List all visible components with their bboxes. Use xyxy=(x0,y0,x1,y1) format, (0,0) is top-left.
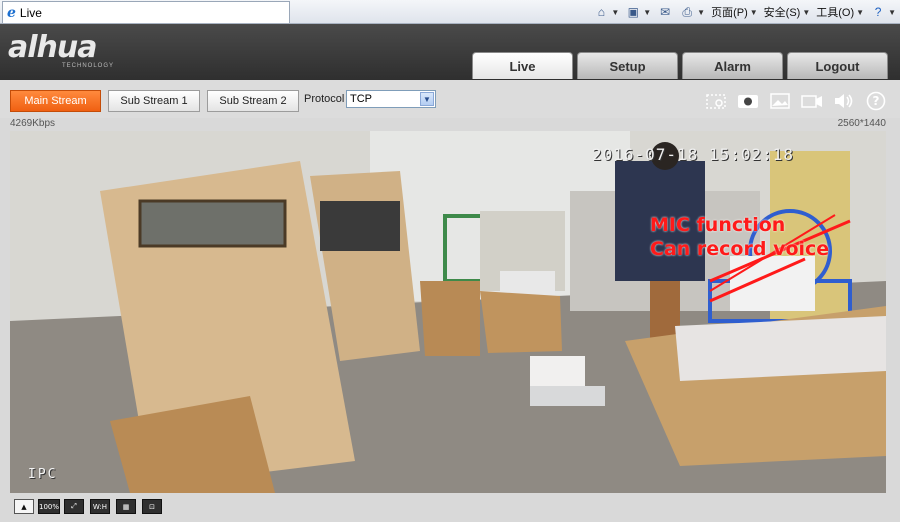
browser-help-button[interactable]: ? ▼ xyxy=(870,5,896,19)
original-size-icon: ▲ xyxy=(21,502,27,511)
scale-100-icon: 100% xyxy=(39,502,60,511)
fluency-icon: ▦ xyxy=(122,502,130,511)
osd-channel-name: IPC xyxy=(28,467,58,482)
bitrate-readout: 4269Kbps xyxy=(10,118,56,129)
fullscreen-icon: ⤢ xyxy=(71,502,77,510)
chevron-down-icon: ▼ xyxy=(888,7,896,17)
snapshot-icon xyxy=(738,95,758,108)
chevron-down-icon: ▼ xyxy=(697,7,706,17)
help-icon: ? xyxy=(874,5,882,19)
brand-logo: alhua xyxy=(8,30,97,65)
chevron-down-icon[interactable]: ▼ xyxy=(420,92,434,106)
protocol-value: TCP xyxy=(350,93,372,105)
app-header: alhua TECHNOLOGY Live Setup Alarm Logout xyxy=(0,24,900,80)
feeds-icon: ▣ xyxy=(627,5,639,19)
tab-logout[interactable]: Logout xyxy=(787,52,888,79)
aspect-ratio-button[interactable]: W:H xyxy=(90,499,110,514)
protocol-label: Protocol xyxy=(304,93,345,105)
help-button[interactable]: ? xyxy=(864,90,888,112)
tab-live[interactable]: Live xyxy=(472,52,573,79)
main-stream-button[interactable]: Main Stream xyxy=(10,90,101,112)
resolution-readout: 2560*1440 xyxy=(837,118,886,129)
chevron-down-icon: ▼ xyxy=(643,7,652,17)
ptz-icon: ⊡ xyxy=(149,502,155,511)
annotation-line-1: MIC function xyxy=(650,214,786,236)
mic-annotation: MIC function Can record voice xyxy=(650,213,829,261)
mail-button[interactable]: ✉ xyxy=(657,5,673,19)
audio-speaker-icon xyxy=(835,94,853,108)
home-button[interactable]: ⌂ ▼ xyxy=(593,5,620,19)
ie-logo-icon: e xyxy=(7,4,16,21)
browser-command-bar: ⌂ ▼ ▣ ▼ ✉ ⎙ ▼ 页面(P) ▼ 安全(S) ▼ 工具(O) ▼ ? ▼ xyxy=(593,2,896,22)
live-action-icons: ? xyxy=(704,90,888,112)
help-icon: ? xyxy=(866,91,886,111)
tab-alarm[interactable]: Alarm xyxy=(682,52,783,79)
live-video-view[interactable]: 2016-07-18 15:02:18 IPC MIC function Can… xyxy=(10,131,886,493)
chevron-down-icon: ▼ xyxy=(611,7,620,17)
scale-100-button[interactable]: 100% xyxy=(38,499,60,514)
browser-bar: e Live ⌂ ▼ ▣ ▼ ✉ ⎙ ▼ 页面(P) ▼ 安全(S) ▼ 工具(O) ▼ ?… xyxy=(0,0,900,24)
sub-stream-1-button[interactable]: Sub Stream 1 xyxy=(108,90,200,112)
digital-zoom-icon xyxy=(706,94,726,109)
live-toolbar: Main Stream Sub Stream 1 Sub Stream 2 Pr… xyxy=(0,80,900,118)
mail-icon: ✉ xyxy=(660,5,671,19)
page-menu-label: 页面(P) xyxy=(711,7,748,19)
triple-snapshot-button[interactable] xyxy=(768,90,792,112)
home-icon: ⌂ xyxy=(597,5,605,19)
safety-menu[interactable]: 安全(S) ▼ xyxy=(764,4,811,20)
video-bottom-controls: ▲ 100% ⤢ W:H ▦ ⊡ xyxy=(0,493,900,522)
camera-scene xyxy=(10,131,886,493)
original-size-button[interactable]: ▲ xyxy=(14,499,34,514)
browser-tab[interactable]: e Live xyxy=(2,1,290,23)
print-icon: ⎙ xyxy=(682,5,692,19)
digital-zoom-button[interactable] xyxy=(704,90,728,112)
tools-menu[interactable]: 工具(O) ▼ xyxy=(816,4,864,20)
aspect-wh-icon: W:H xyxy=(92,502,108,511)
chevron-down-icon: ▼ xyxy=(749,7,758,17)
osd-timestamp: 2016-07-18 15:02:18 xyxy=(592,145,795,164)
safety-menu-label: 安全(S) xyxy=(763,7,801,19)
protocol-select[interactable]: TCP ▼ xyxy=(346,90,436,108)
fullscreen-button[interactable]: ⤢ xyxy=(64,499,84,514)
tools-menu-label: 工具(O) xyxy=(816,7,855,19)
snapshot-button[interactable] xyxy=(736,90,760,112)
brand-logo-subtitle: TECHNOLOGY xyxy=(62,63,115,69)
chevron-down-icon: ▼ xyxy=(856,7,865,17)
audio-button[interactable] xyxy=(832,90,856,112)
print-button[interactable]: ⎙ ▼ xyxy=(679,5,705,19)
sub-stream-2-button[interactable]: Sub Stream 2 xyxy=(207,90,299,112)
chevron-down-icon: ▼ xyxy=(802,7,811,17)
annotation-line-2: Can record voice xyxy=(650,238,830,260)
main-nav: Live Setup Alarm Logout xyxy=(472,52,888,79)
svg-text:?: ? xyxy=(873,94,880,108)
record-icon xyxy=(801,95,822,108)
record-button[interactable] xyxy=(800,90,824,112)
fluency-button[interactable]: ▦ xyxy=(116,499,136,514)
ptz-button[interactable]: ⊡ xyxy=(142,499,162,514)
feeds-button[interactable]: ▣ ▼ xyxy=(625,5,652,19)
tab-setup[interactable]: Setup xyxy=(577,52,678,79)
page-menu[interactable]: 页面(P) ▼ xyxy=(711,4,758,20)
triple-snapshot-icon xyxy=(770,93,790,109)
browser-tab-title: Live xyxy=(19,5,42,20)
